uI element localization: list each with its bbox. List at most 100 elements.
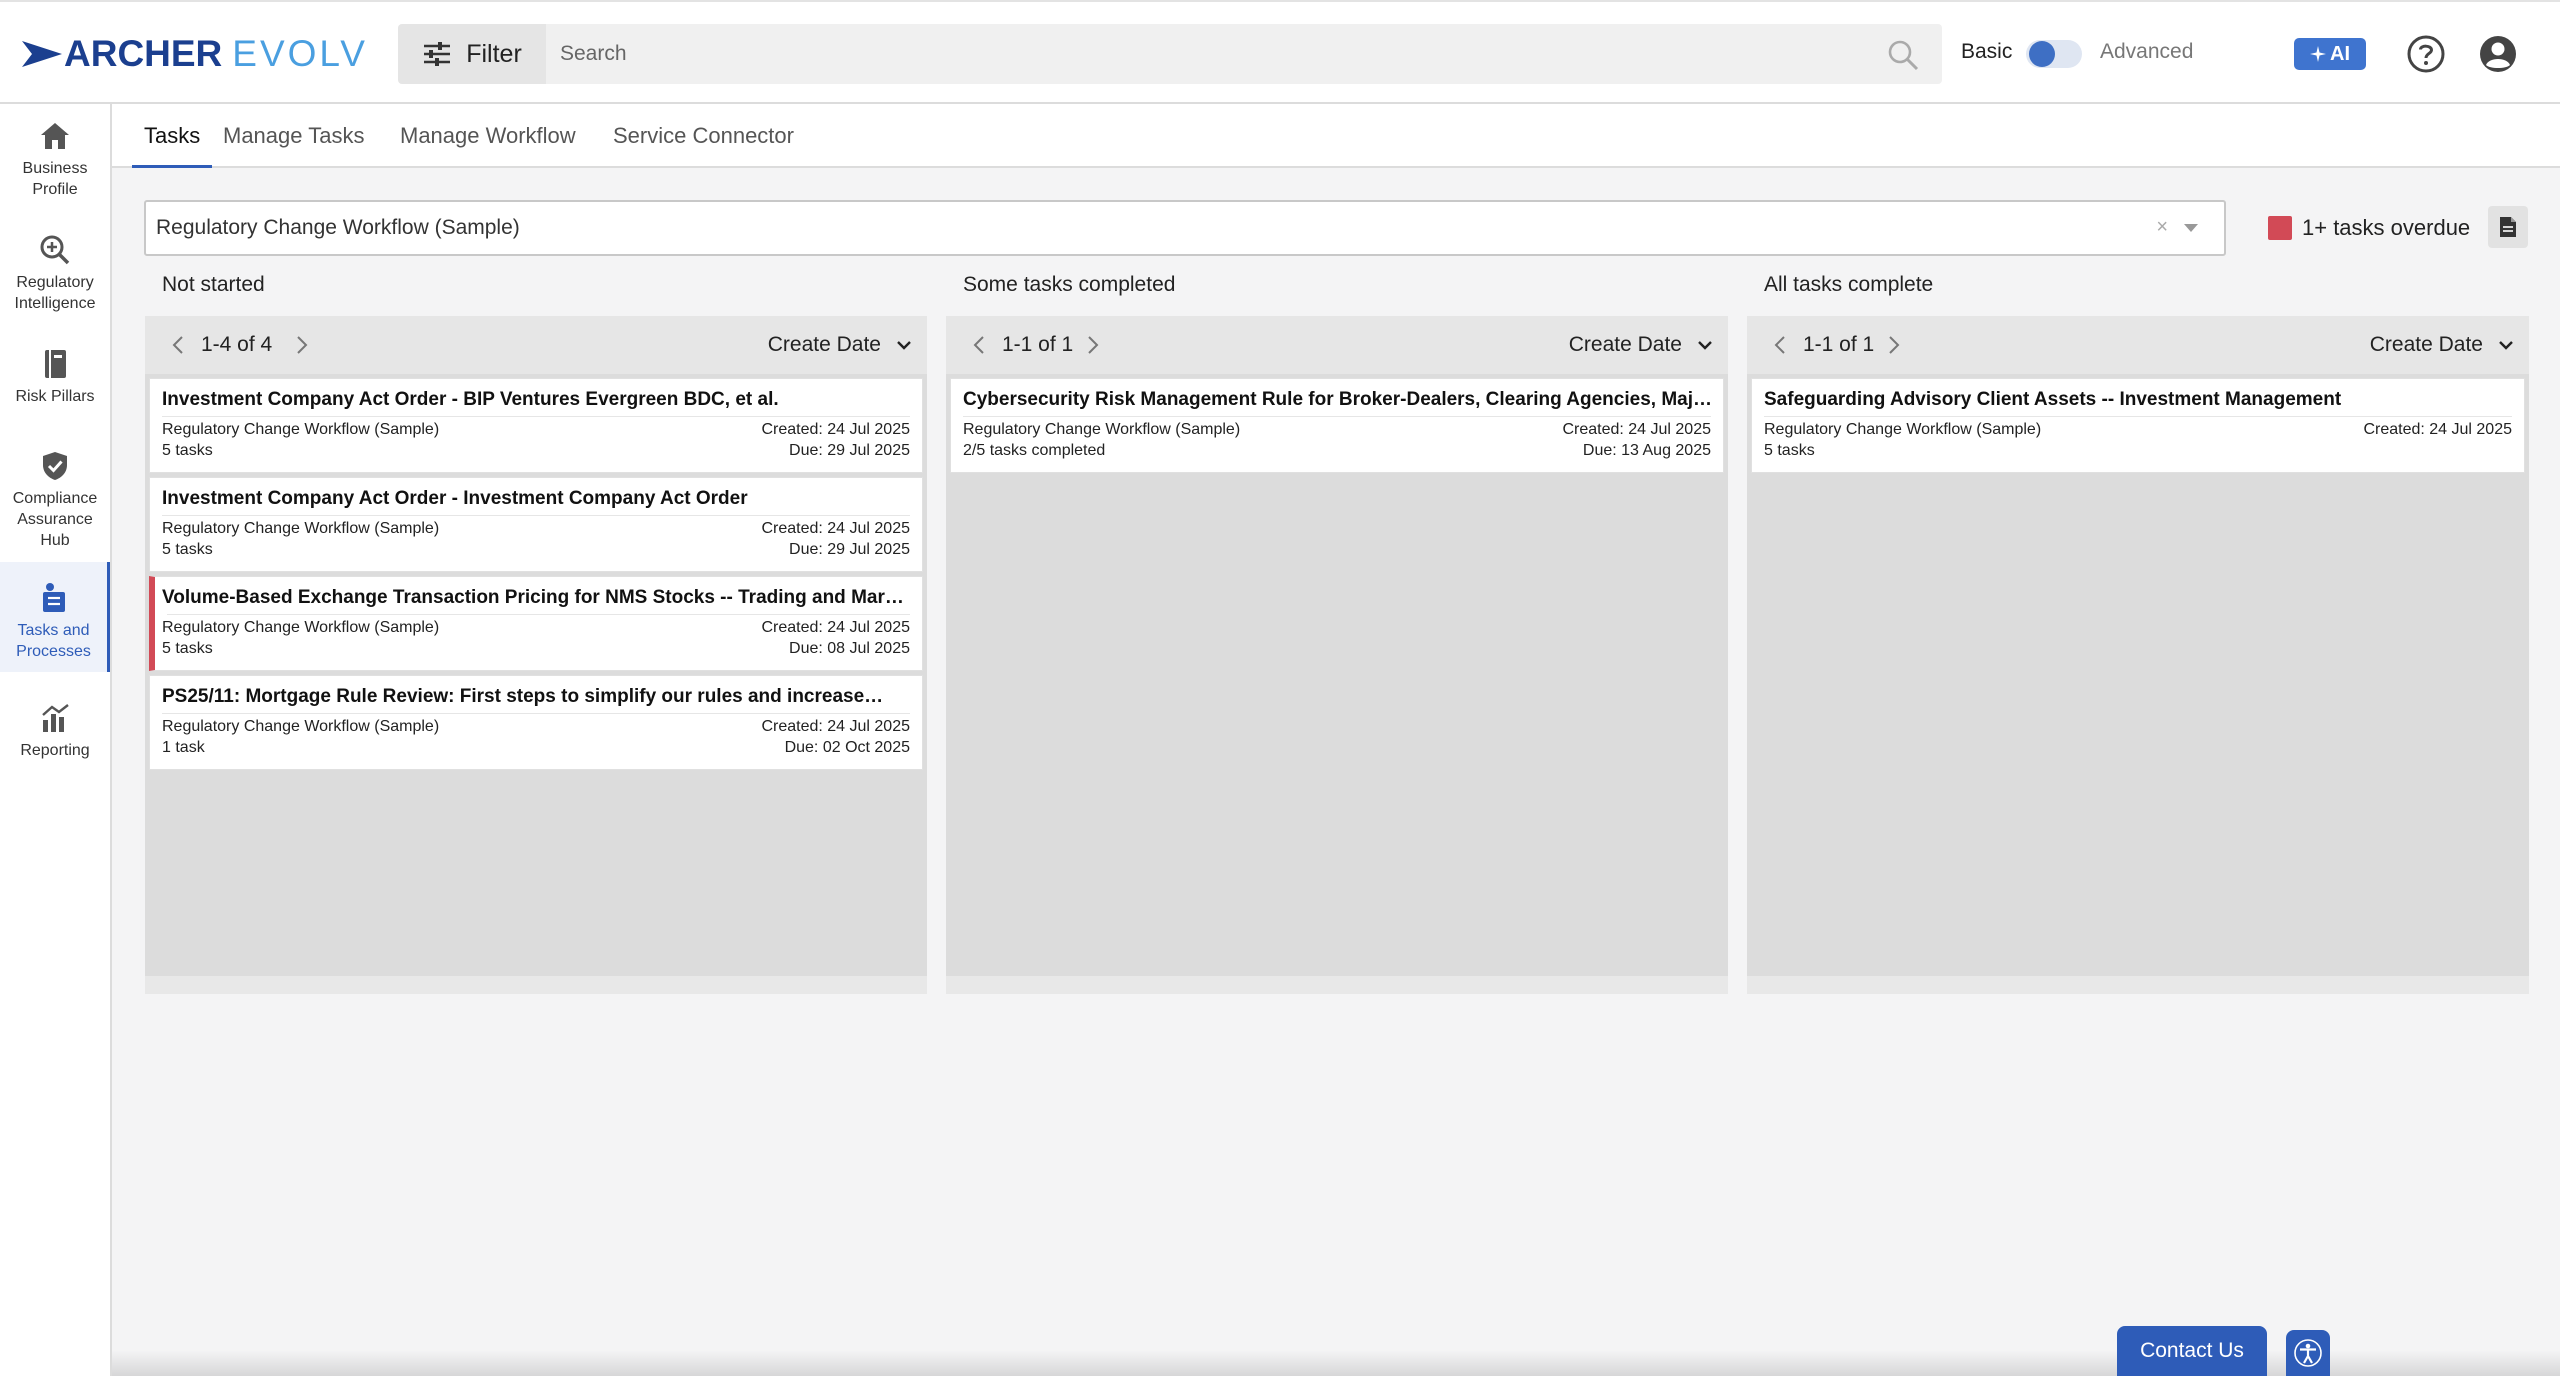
task-card-created: Created: 24 Jul 2025 xyxy=(761,718,910,735)
task-card-created: Created: 24 Jul 2025 xyxy=(761,421,910,438)
divider xyxy=(162,416,910,417)
clear-selection-icon[interactable]: × xyxy=(2156,216,2168,239)
pagination-text: 1-1 of 1 xyxy=(1002,333,1074,356)
search-box xyxy=(546,24,1942,84)
task-card-title: Volume-Based Exchange Transaction Pricin… xyxy=(162,587,912,608)
chevron-down-icon xyxy=(897,341,911,350)
task-card-title: Investment Company Act Order - Investmen… xyxy=(162,488,748,509)
sidebar-item-risk-pillars[interactable]: Risk Pillars xyxy=(0,348,110,428)
chevron-right-icon[interactable] xyxy=(1887,334,1901,356)
tab-service-connector[interactable]: Service Connector xyxy=(613,104,794,168)
sidebar-item-reporting[interactable]: Reporting xyxy=(0,702,110,782)
divider xyxy=(162,515,910,516)
column-header: 1-4 of 4 Create Date xyxy=(145,316,927,374)
column-title-not-started: Not started xyxy=(162,273,265,296)
tab-manage-workflow[interactable]: Manage Workflow xyxy=(400,104,576,168)
sidebar-item-regulatory-intelligence[interactable]: Regulatory Intelligence xyxy=(0,234,110,330)
user-avatar-icon[interactable] xyxy=(2478,34,2518,74)
task-card[interactable]: Safeguarding Advisory Client Assets -- I… xyxy=(1751,378,2525,473)
task-card-count: 5 tasks xyxy=(162,640,213,657)
sidebar-item-compliance-assurance-hub[interactable]: Compliance Assurance Hub xyxy=(0,450,110,558)
task-card[interactable]: Investment Company Act Order - BIP Ventu… xyxy=(149,378,923,473)
archer-evolv-logo[interactable]: ARCHER EVOLV xyxy=(22,32,368,76)
chevron-right-icon[interactable] xyxy=(295,334,309,356)
sidebar-item-tasks-and-processes[interactable]: Tasks and Processes xyxy=(0,562,110,672)
column-title-some-completed: Some tasks completed xyxy=(963,273,1176,296)
divider xyxy=(162,713,910,714)
toggle-knob xyxy=(2029,41,2055,67)
task-card-overdue[interactable]: Volume-Based Exchange Transaction Pricin… xyxy=(149,576,923,671)
sort-dropdown[interactable]: Create Date xyxy=(768,333,913,357)
tab-tasks[interactable]: Tasks xyxy=(132,104,213,168)
workflow-select-value: Regulatory Change Workflow (Sample) xyxy=(156,216,520,239)
task-card[interactable]: Investment Company Act Order - Investmen… xyxy=(149,477,923,572)
divider xyxy=(1764,416,2512,417)
home-icon xyxy=(41,123,69,149)
chevron-down-icon xyxy=(2499,341,2513,350)
divider xyxy=(963,416,1711,417)
accessibility-button[interactable] xyxy=(2286,1330,2330,1376)
task-card-title: Safeguarding Advisory Client Assets -- I… xyxy=(1764,389,2342,410)
export-document-button[interactable] xyxy=(2488,206,2528,248)
task-card-created: Created: 24 Jul 2025 xyxy=(2363,421,2512,438)
tab-bar: Tasks Manage Tasks Manage Workflow Servi… xyxy=(112,104,2560,168)
task-card-workflow: Regulatory Change Workflow (Sample) xyxy=(162,520,440,537)
logo-arrow-icon xyxy=(22,41,62,67)
overdue-legend-swatch xyxy=(2268,216,2292,240)
accessibility-icon xyxy=(2294,1339,2322,1367)
task-card-created: Created: 24 Jul 2025 xyxy=(761,619,910,636)
sidebar-item-business-profile[interactable]: Business Profile xyxy=(0,120,110,216)
search-input[interactable] xyxy=(546,24,1846,84)
chevron-left-icon[interactable] xyxy=(1773,334,1787,356)
book-icon xyxy=(45,350,66,378)
chart-icon xyxy=(42,704,69,732)
task-card-count: 2/5 tasks completed xyxy=(963,442,1106,459)
filter-button[interactable]: Filter xyxy=(398,24,546,84)
tab-manage-tasks[interactable]: Manage Tasks xyxy=(223,104,364,168)
task-card-count: 5 tasks xyxy=(162,442,213,459)
document-icon xyxy=(2500,217,2516,237)
mode-basic-label: Basic xyxy=(1961,40,2013,63)
logo-archer-text: ARCHER xyxy=(64,33,223,74)
workflow-select[interactable]: Regulatory Change Workflow (Sample) × xyxy=(144,200,2226,256)
chevron-left-icon[interactable] xyxy=(972,334,986,356)
contact-us-button[interactable]: Contact Us xyxy=(2117,1326,2267,1376)
task-card-workflow: Regulatory Change Workflow (Sample) xyxy=(162,421,440,438)
mode-toggle[interactable] xyxy=(2026,40,2082,68)
task-card-title: Investment Company Act Order - BIP Ventu… xyxy=(162,389,779,410)
chevron-right-icon[interactable] xyxy=(1086,334,1100,356)
column-footer xyxy=(145,976,927,994)
column-all-complete: 1-1 of 1 Create Date Safeguarding Adviso… xyxy=(1747,316,2529,976)
logo-evolv-text: EVOLV xyxy=(232,33,368,74)
sidebar-item-label: Business Profile xyxy=(22,160,88,198)
task-card-count: 5 tasks xyxy=(1764,442,1815,459)
shield-check-icon xyxy=(43,452,67,480)
sort-dropdown[interactable]: Create Date xyxy=(2370,333,2515,357)
column-title-all-complete: All tasks complete xyxy=(1764,273,1934,296)
task-card-title: PS25/11: Mortgage Rule Review: First ste… xyxy=(162,686,884,707)
task-card-title: Cybersecurity Risk Management Rule for B… xyxy=(963,389,1713,410)
tasks-icon xyxy=(42,583,65,612)
column-some-completed: 1-1 of 1 Create Date Cybersecurity Risk … xyxy=(946,316,1728,976)
task-card-created: Created: 24 Jul 2025 xyxy=(1562,421,1711,438)
task-card-workflow: Regulatory Change Workflow (Sample) xyxy=(963,421,1241,438)
pagination-text: 1-4 of 4 xyxy=(201,333,273,356)
pagination-text: 1-1 of 1 xyxy=(1803,333,1875,356)
task-card[interactable]: PS25/11: Mortgage Rule Review: First ste… xyxy=(149,675,923,770)
dropdown-caret-icon[interactable] xyxy=(2184,224,2198,232)
column-header: 1-1 of 1 Create Date xyxy=(946,316,1728,374)
sidebar-item-label: Regulatory Intelligence xyxy=(14,274,96,312)
sort-dropdown[interactable]: Create Date xyxy=(1569,333,1714,357)
column-header: 1-1 of 1 Create Date xyxy=(1747,316,2529,374)
chevron-left-icon[interactable] xyxy=(171,334,185,356)
task-card-count: 5 tasks xyxy=(162,541,213,558)
ai-button[interactable]: AI xyxy=(2294,38,2366,70)
task-card[interactable]: Cybersecurity Risk Management Rule for B… xyxy=(950,378,1724,473)
chevron-down-icon xyxy=(1698,341,1712,350)
divider xyxy=(167,614,910,615)
sort-label: Create Date xyxy=(1568,333,1682,356)
task-card-created: Created: 24 Jul 2025 xyxy=(761,520,910,537)
search-icon[interactable] xyxy=(1886,38,1920,72)
help-icon[interactable] xyxy=(2406,34,2446,74)
column-footer xyxy=(946,976,1728,994)
